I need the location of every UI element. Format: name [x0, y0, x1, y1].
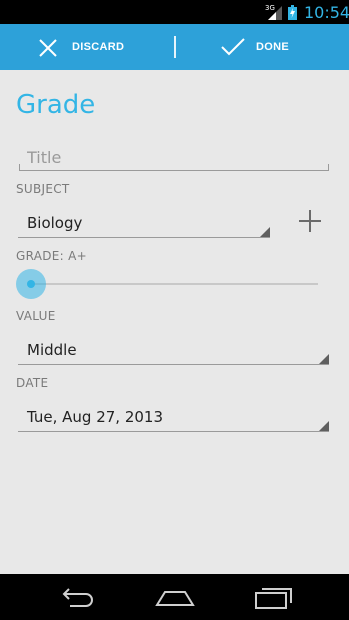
- date-selected: Tue, Aug 27, 2013: [27, 408, 164, 426]
- done-button[interactable]: DONE: [176, 24, 349, 70]
- grade-slider[interactable]: [16, 268, 318, 300]
- status-bar: 3G 10:54: [0, 0, 349, 24]
- done-label: DONE: [256, 41, 289, 53]
- subject-value: Biology: [27, 214, 83, 232]
- discard-label: DISCARD: [72, 41, 125, 53]
- title-input-tick-right: [328, 164, 329, 171]
- discard-button[interactable]: DISCARD: [0, 24, 174, 70]
- home-icon[interactable]: [150, 582, 200, 612]
- value-label: VALUE: [16, 309, 56, 323]
- value-spinner[interactable]: Middle: [18, 334, 329, 365]
- subject-label: SUBJECT: [16, 182, 70, 196]
- back-icon[interactable]: [52, 582, 102, 612]
- check-icon: [221, 38, 245, 56]
- close-icon: [39, 39, 57, 57]
- dropdown-corner-icon: [319, 354, 329, 364]
- navigation-bar: [0, 574, 349, 620]
- date-spinner[interactable]: Tue, Aug 27, 2013: [18, 401, 329, 432]
- grade-label: GRADE: A+: [16, 249, 88, 263]
- title-input[interactable]: [19, 144, 329, 170]
- value-selected: Middle: [27, 341, 77, 359]
- clock: 10:54: [304, 3, 349, 22]
- battery-charging-icon: [288, 5, 297, 20]
- grade-slider-track: [31, 283, 318, 285]
- recent-apps-icon[interactable]: [248, 582, 298, 612]
- dropdown-corner-icon: [260, 227, 270, 237]
- title-input-underline: [19, 170, 329, 171]
- signal-icon: [268, 6, 282, 20]
- action-bar: DISCARD DONE: [0, 24, 349, 70]
- title-input-tick-left: [19, 164, 20, 171]
- date-label: DATE: [16, 376, 49, 390]
- grade-slider-thumb[interactable]: [16, 269, 46, 299]
- page-title: Grade: [16, 90, 96, 120]
- grade-slider-thumb-core: [27, 280, 35, 288]
- subject-spinner[interactable]: Biology: [18, 207, 270, 238]
- dropdown-corner-icon: [319, 421, 329, 431]
- plus-icon[interactable]: [296, 207, 324, 235]
